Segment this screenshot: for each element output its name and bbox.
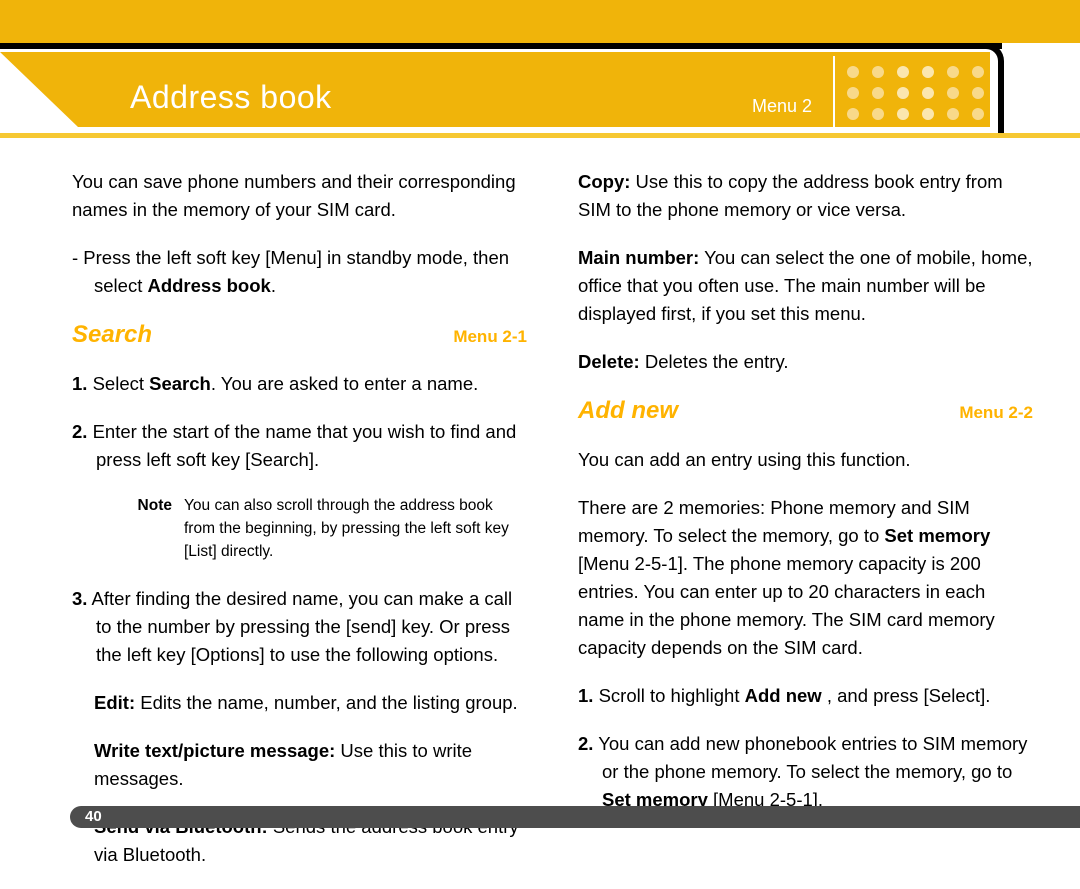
step-number: 2. (72, 421, 88, 442)
bullet-suffix: . (270, 275, 276, 296)
header-underline-rule (0, 133, 1080, 138)
option-description: Use this to copy the address book entry … (578, 171, 1003, 220)
search-step-2: 2. Enter the start of the name that you … (72, 418, 527, 474)
add-new-step-1: 1. Scroll to highlight Add new , and pre… (578, 682, 1033, 710)
add-new-intro: You can add an entry using this function… (578, 449, 911, 470)
step-number: 3. (72, 588, 88, 609)
search-section-heading: Search Menu 2-1 (72, 320, 527, 350)
memory-paragraph: There are 2 memories: Phone memory and S… (578, 494, 1033, 662)
step-text: Enter the start of the name that you wis… (87, 421, 517, 470)
step-bold-term: Search (149, 373, 211, 394)
step-text-post: . You are asked to enter a name. (210, 373, 479, 394)
option-term: Copy: (578, 171, 631, 192)
bullet-bold-term: Address book (147, 275, 271, 296)
search-step-3: 3. After finding the desired name, you c… (72, 585, 527, 669)
option-description: Deletes the entry. (639, 351, 789, 372)
dot-icon (922, 108, 934, 120)
dot-row (847, 87, 986, 99)
dot-icon (897, 87, 909, 99)
dot-icon (847, 87, 859, 99)
dot-icon (872, 66, 884, 78)
note-block: Note You can also scroll through the add… (72, 494, 527, 563)
option-delete: Delete: Deletes the entry. (578, 348, 1033, 376)
option-term: Write text/picture message: (94, 740, 336, 761)
dot-icon (922, 66, 934, 78)
search-step-1: 1. Select Search. You are asked to enter… (72, 370, 527, 398)
option-term: Main number: (578, 247, 700, 268)
section-menu-code-add-new: Menu 2-2 (959, 403, 1033, 422)
dot-icon (947, 87, 959, 99)
header-black-rule (0, 43, 1002, 49)
memory-text-post: [Menu 2-5-1]. The phone memory capacity … (578, 553, 995, 658)
step-text-post: , and press [Select]. (821, 685, 991, 706)
option-write-message: Write text/picture message: Use this to … (72, 737, 527, 793)
option-edit: Edit: Edits the name, number, and the li… (72, 689, 527, 717)
right-column: Copy: Use this to copy the address book … (578, 168, 1033, 834)
option-term: Edit: (94, 692, 136, 713)
dot-icon (972, 87, 984, 99)
header-top-band (0, 0, 1080, 43)
dot-icon (972, 108, 984, 120)
step-text-pre: Scroll to highlight (593, 685, 745, 706)
left-column: You can save phone numbers and their cor… (72, 168, 527, 889)
step-number: 1. (72, 373, 88, 394)
option-term: Delete: (578, 351, 640, 372)
page-header: Address book Menu 2 (0, 0, 1080, 140)
option-description: Edits the name, number, and the listing … (135, 692, 518, 713)
dot-icon (972, 66, 984, 78)
step-text-pre: Select (87, 373, 150, 394)
step-number: 1. (578, 685, 594, 706)
step-bold-term: Add new (744, 685, 822, 706)
dot-icon (897, 66, 909, 78)
dot-icon (872, 87, 884, 99)
add-new-step-2: 2. You can add new phonebook entries to … (578, 730, 1033, 814)
add-new-section-heading: Add new Menu 2-2 (578, 396, 1033, 426)
dot-icon (947, 108, 959, 120)
page-number: 40 (85, 808, 102, 825)
press-menu-bullet: - Press the left soft key [Menu] in stan… (72, 244, 527, 300)
note-text: You can also scroll through the address … (184, 497, 509, 560)
step-text-pre: You can add new phonebook entries to SIM… (593, 733, 1028, 782)
dot-icon (872, 108, 884, 120)
footer-bar (70, 806, 1080, 828)
header-dot-pattern (838, 56, 986, 127)
section-title-add-new: Add new (578, 397, 678, 424)
dot-icon (947, 66, 959, 78)
note-label: Note (137, 497, 172, 514)
dot-row (847, 66, 986, 78)
option-copy: Copy: Use this to copy the address book … (578, 168, 1033, 224)
step-number: 2. (578, 733, 594, 754)
step-text: After finding the desired name, you can … (87, 588, 513, 665)
dot-icon (922, 87, 934, 99)
header-menu-tag: Menu 2 (752, 96, 813, 116)
dot-icon (897, 108, 909, 120)
bullet-prefix: - Press the left soft key [Menu] in stan… (72, 247, 510, 296)
option-main-number: Main number: You can select the one of m… (578, 244, 1033, 328)
section-menu-code-search: Menu 2-1 (453, 327, 527, 346)
dot-row (847, 108, 986, 120)
dot-icon (847, 66, 859, 78)
header-divider (833, 56, 835, 127)
dot-icon (847, 108, 859, 120)
memory-bold-term: Set memory (884, 525, 991, 546)
page-content: You can save phone numbers and their cor… (0, 168, 1080, 865)
section-title-search: Search (72, 321, 153, 348)
page-title: Address book (130, 79, 332, 115)
intro-paragraph: You can save phone numbers and their cor… (72, 171, 516, 220)
